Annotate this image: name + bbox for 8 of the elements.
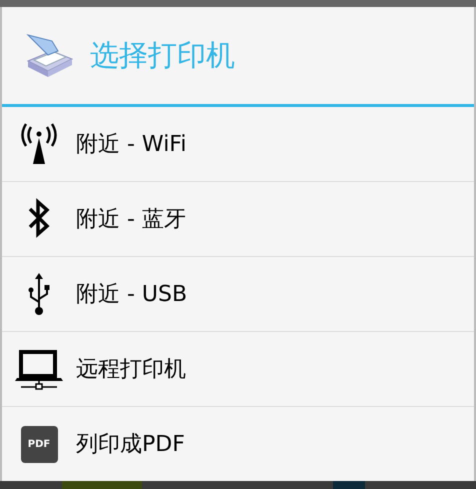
dialog-title: 选择打印机 <box>90 41 235 70</box>
printer-icon <box>26 32 74 78</box>
printer-option[interactable]: 远程打印机 <box>2 332 474 407</box>
printer-option[interactable]: 附近 - WiFi <box>2 107 474 182</box>
printer-option[interactable]: 附近 - USB <box>2 257 474 332</box>
pdf-icon: PDF <box>20 426 58 463</box>
printer-option[interactable]: PDF 列印成PDF <box>2 407 474 482</box>
printer-option[interactable]: 附近 - 蓝牙 <box>2 182 474 257</box>
